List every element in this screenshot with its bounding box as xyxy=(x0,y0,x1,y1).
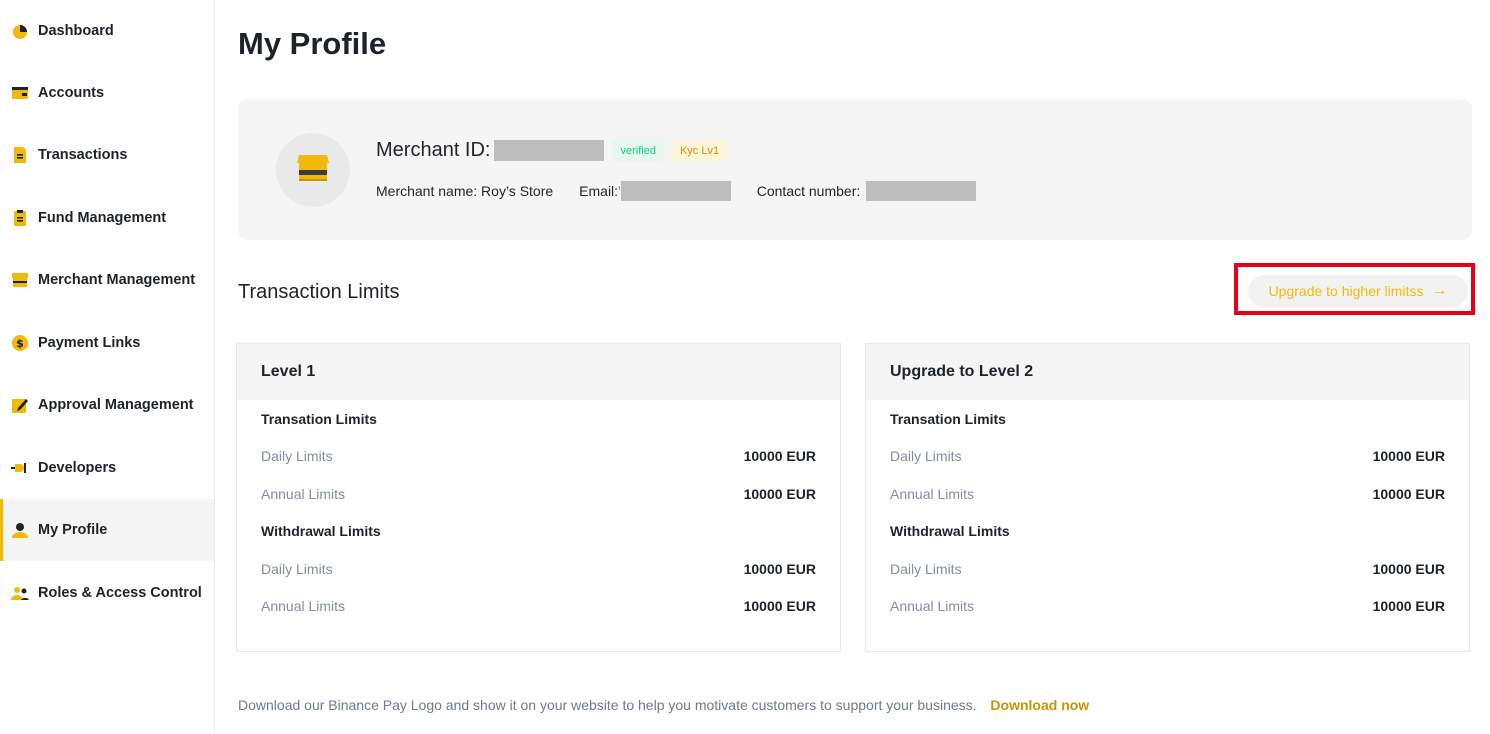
svg-text:$: $ xyxy=(16,337,24,350)
transaction-limits-group: Transation Limits xyxy=(261,400,816,438)
contact-label: Contact number: xyxy=(756,183,861,199)
kyc-level-badge: Kyc Lv1 xyxy=(671,140,728,161)
limit-row: Annual Limits 10000 EUR xyxy=(261,588,816,626)
sidebar-item-developers[interactable]: Developers xyxy=(0,437,214,499)
plug-icon xyxy=(10,458,30,478)
sidebar-item-label: Transactions xyxy=(38,147,128,163)
email-value-redacted xyxy=(620,181,731,201)
sidebar-item-fund-management[interactable]: Fund Management xyxy=(0,187,214,249)
sidebar-item-my-profile[interactable]: My Profile xyxy=(0,499,214,561)
transaction-limits-group: Transation Limits xyxy=(890,400,1445,438)
merchant-name: Merchant name: Roy’s Store xyxy=(376,183,554,199)
limit-value: 10000 EUR xyxy=(1372,598,1445,615)
arrow-right-icon: → xyxy=(1431,282,1448,299)
withdrawal-limits-group: Withdrawal Limits xyxy=(890,513,1445,551)
sidebar-item-accounts[interactable]: Accounts xyxy=(0,62,214,124)
limit-label: Daily Limits xyxy=(890,448,962,465)
avatar xyxy=(276,133,350,207)
sidebar-item-label: Fund Management xyxy=(38,210,167,226)
sidebar-item-label: My Profile xyxy=(38,522,108,538)
limit-label: Annual Limits xyxy=(890,485,975,502)
card-title: Upgrade to Level 2 xyxy=(866,344,1469,400)
group-label: Transation Limits xyxy=(261,410,377,427)
profile-card: Merchant ID: verified Kyc Lv1 Merchant n… xyxy=(238,99,1472,240)
store-icon xyxy=(296,153,330,188)
upgrade-button-label: Upgrade to higher limitss xyxy=(1268,283,1424,299)
limit-label: Daily Limits xyxy=(261,448,333,465)
wallet-icon xyxy=(10,83,30,103)
level-2-limits-card: Upgrade to Level 2 Transation Limits Dai… xyxy=(865,343,1470,652)
merchant-id-label: Merchant ID: xyxy=(376,139,491,161)
merchant-id-value-redacted xyxy=(494,140,605,161)
merchant-id-row: Merchant ID: verified Kyc Lv1 xyxy=(376,139,728,162)
verified-badge: verified xyxy=(612,140,664,161)
clipboard-icon xyxy=(10,208,30,228)
page-title: My Profile xyxy=(238,26,387,61)
limit-value: 10000 EUR xyxy=(743,448,816,465)
group-label: Transation Limits xyxy=(890,410,1006,427)
level-1-limits-card: Level 1 Transation Limits Daily Limits 1… xyxy=(236,343,841,652)
download-now-link[interactable]: Download now xyxy=(990,697,1089,713)
limit-row: Daily Limits 10000 EUR xyxy=(261,438,816,476)
sidebar-item-label: Dashboard xyxy=(38,23,114,39)
contact-number-field: Contact number: xyxy=(757,181,977,201)
limit-label: Annual Limits xyxy=(890,598,975,615)
sidebar-item-merchant-management[interactable]: Merchant Management xyxy=(0,249,214,311)
limit-label: Annual Limits xyxy=(261,485,346,502)
group-label: Withdrawal Limits xyxy=(890,523,1010,540)
sidebar-item-approval-management[interactable]: Approval Management xyxy=(0,374,214,436)
sidebar-item-label: Accounts xyxy=(38,85,105,101)
pie-chart-icon xyxy=(10,21,30,41)
footer-note: Download our Binance Pay Logo and show i… xyxy=(238,697,1089,713)
limit-row: Daily Limits 10000 EUR xyxy=(261,550,816,588)
limit-value: 10000 EUR xyxy=(1372,560,1445,577)
sidebar-item-payment-links[interactable]: $ Payment Links xyxy=(0,312,214,374)
withdrawal-limits-group: Withdrawal Limits xyxy=(261,513,816,551)
limit-label: Daily Limits xyxy=(261,560,333,577)
limit-value: 10000 EUR xyxy=(1372,485,1445,502)
sidebar-item-transactions[interactable]: Transactions xyxy=(0,124,214,186)
limit-value: 10000 EUR xyxy=(1372,448,1445,465)
limit-value: 10000 EUR xyxy=(743,560,816,577)
sidebar-item-label: Merchant Management xyxy=(38,272,196,288)
footer-note-text: Download our Binance Pay Logo and show i… xyxy=(238,697,977,713)
limit-row: Daily Limits 10000 EUR xyxy=(890,550,1445,588)
limit-value: 10000 EUR xyxy=(743,485,816,502)
user-icon xyxy=(10,520,30,540)
dollar-coin-icon: $ xyxy=(10,333,30,353)
document-icon xyxy=(10,145,30,165)
email-field: Email: ' xyxy=(579,181,731,201)
limit-value: 10000 EUR xyxy=(743,598,816,615)
sidebar-item-label: Payment Links xyxy=(38,335,141,351)
sidebar-item-roles-access-control[interactable]: Roles & Access Control xyxy=(0,562,214,624)
group-label: Withdrawal Limits xyxy=(261,523,381,540)
limit-label: Daily Limits xyxy=(890,560,962,577)
transaction-limits-title: Transaction Limits xyxy=(238,281,400,303)
sidebar-item-label: Developers xyxy=(38,460,117,476)
store-icon xyxy=(10,270,30,290)
edit-pencil-icon xyxy=(10,395,30,415)
contact-value-redacted xyxy=(866,181,977,201)
sidebar: Dashboard Accounts Transactions Fund Man… xyxy=(0,0,215,734)
sidebar-item-label: Roles & Access Control xyxy=(38,585,202,601)
merchant-info-row: Merchant name: Roy’s Store Email: ' Cont… xyxy=(376,181,1002,201)
sidebar-item-dashboard[interactable]: Dashboard xyxy=(0,0,214,62)
limit-row: Daily Limits 10000 EUR xyxy=(890,438,1445,476)
users-icon xyxy=(10,583,30,603)
limit-row: Annual Limits 10000 EUR xyxy=(261,475,816,513)
limit-label: Annual Limits xyxy=(261,598,346,615)
limit-row: Annual Limits 10000 EUR xyxy=(890,475,1445,513)
sidebar-item-label: Approval Management xyxy=(38,397,194,413)
card-title: Level 1 xyxy=(237,344,840,400)
limit-row: Annual Limits 10000 EUR xyxy=(890,588,1445,626)
email-label: Email: xyxy=(579,183,619,199)
upgrade-limits-button[interactable]: Upgrade to higher limitss → xyxy=(1248,275,1468,307)
